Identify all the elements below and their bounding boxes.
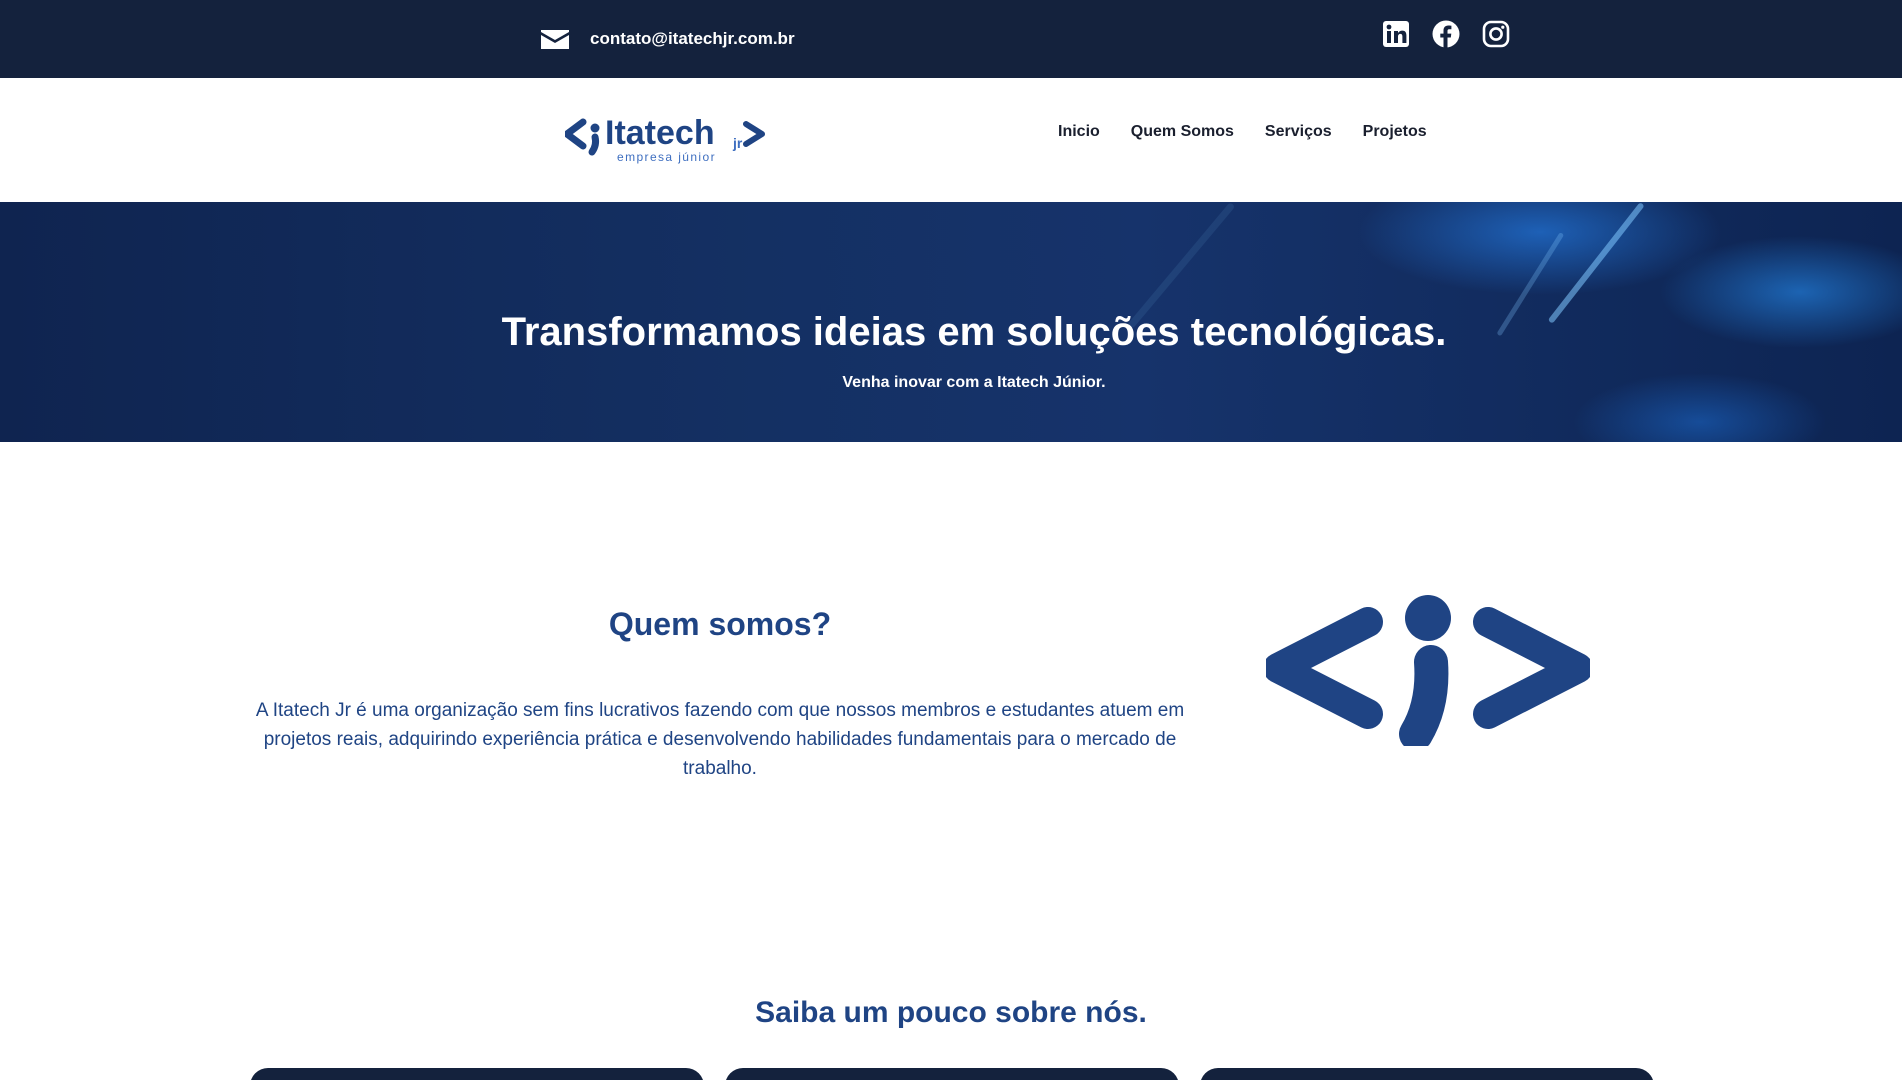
about-text: A Itatech Jr é uma organização sem fins …	[255, 700, 1185, 779]
logo-name: Itatech	[605, 114, 715, 152]
instagram-icon	[1482, 20, 1510, 48]
facebook-link[interactable]	[1432, 20, 1460, 48]
site-header: Itatech jr empresa júnior Inicio Quem So…	[0, 78, 1902, 202]
logo-suffix: jr	[732, 135, 743, 151]
instagram-link[interactable]	[1482, 20, 1510, 48]
nav-quem-somos[interactable]: Quem Somos	[1131, 122, 1234, 142]
logo-tagline: empresa júnior	[617, 150, 716, 164]
top-contact-bar: contato@itatechjr.com.br	[0, 0, 1902, 78]
about-title: Quem somos?	[608, 606, 832, 642]
email-text: contato@itatechjr.com.br	[590, 29, 795, 48]
nav-inicio[interactable]: Inicio	[1058, 122, 1100, 142]
hero-decor-streak	[1547, 202, 1645, 324]
info-card	[1200, 1068, 1654, 1080]
nav-projetos[interactable]: Projetos	[1363, 122, 1427, 142]
facebook-icon	[1432, 20, 1460, 48]
hero-title: Transformamos ideias em soluções tecnoló…	[501, 310, 1447, 354]
info-card	[250, 1068, 704, 1080]
nav-servicos[interactable]: Serviços	[1265, 122, 1332, 142]
hero-subtitle: Venha inovar com a Itatech Júnior.	[842, 374, 1106, 391]
info-card	[725, 1068, 1179, 1080]
linkedin-link[interactable]	[1382, 20, 1410, 48]
main-nav: Inicio Quem Somos Serviços Projetos	[1058, 122, 1427, 142]
hero-banner: Transformamos ideias em soluções tecnoló…	[0, 202, 1902, 442]
itatech-logo: Itatech jr empresa júnior	[565, 114, 765, 164]
envelope-icon	[541, 30, 569, 49]
email-link[interactable]: contato@itatechjr.com.br	[540, 24, 795, 54]
saiba-title: Saiba um pouco sobre nós.	[755, 996, 1147, 1029]
linkedin-icon	[1383, 21, 1409, 47]
social-links	[1382, 20, 1510, 48]
brand-mark-icon	[1266, 595, 1590, 746]
